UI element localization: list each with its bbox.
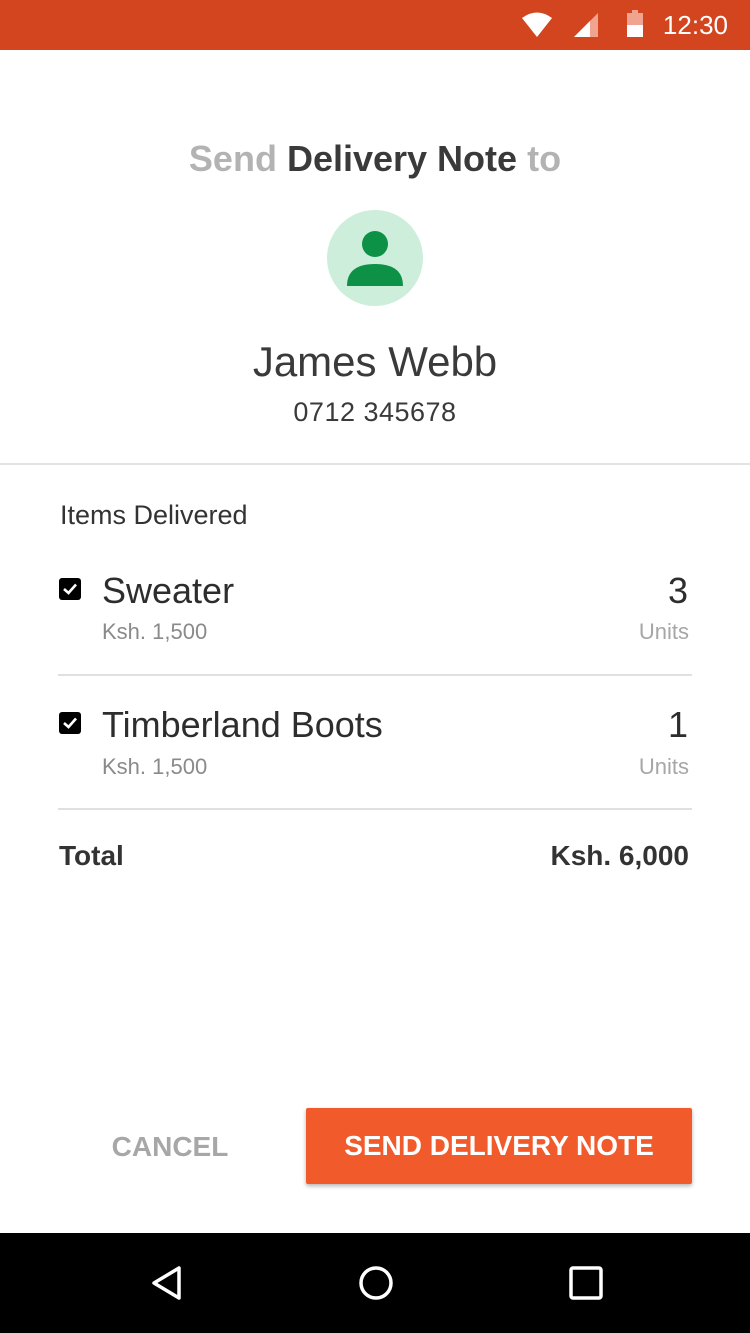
title-main: Delivery Note [286,138,518,179]
navigation-bar [0,1233,750,1333]
contact-phone: 0712 345678 [293,397,457,427]
person-icon [347,231,403,286]
item-unit: Units [638,619,689,644]
wifi-icon [521,11,553,44]
home-icon[interactable] [356,1263,396,1308]
check-icon [63,717,77,729]
title-suffix: to [527,138,562,179]
row-divider [58,674,692,676]
title-prefix: Send [188,138,277,179]
total-value: Ksh. 6,000 [550,840,689,871]
check-icon [63,583,77,595]
page-title: Send Delivery Note to [0,138,750,180]
row-divider [58,808,692,810]
cell-signal-icon [572,11,600,44]
item-quantity: 1 [667,704,688,745]
battery-icon [626,10,644,43]
status-bar: 12:30 [0,0,750,50]
item-price: Ksh. 1,500 [102,619,208,644]
send-delivery-note-button[interactable]: SEND DELIVERY NOTE [306,1108,692,1184]
avatar [327,210,423,306]
item-name: Timberland Boots [102,704,383,745]
back-icon[interactable] [148,1263,188,1308]
header-divider [0,463,750,465]
total-label: Total [59,840,124,871]
item-price: Ksh. 1,500 [102,754,208,779]
item-checkbox[interactable] [59,712,81,734]
cancel-button[interactable]: CANCEL [90,1110,250,1184]
status-time: 12:30 [662,10,728,40]
recents-icon[interactable] [566,1263,606,1308]
contact-name: James Webb [252,338,498,385]
item-checkbox[interactable] [59,578,81,600]
item-unit: Units [638,754,689,779]
item-quantity: 3 [667,570,688,611]
items-section-label: Items Delivered [60,500,248,530]
item-name: Sweater [102,570,235,611]
